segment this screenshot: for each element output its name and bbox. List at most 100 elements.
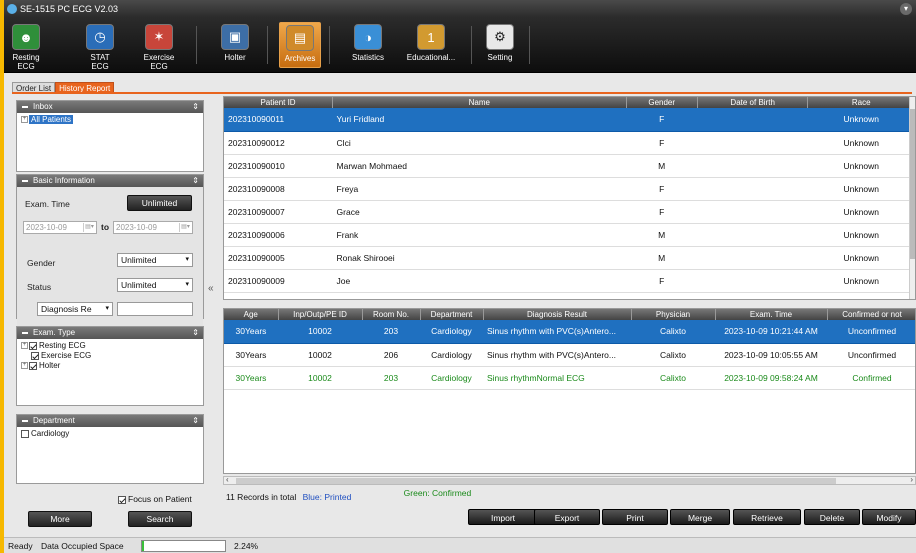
delete-button[interactable]: Delete [804,509,860,525]
pin-icon[interactable]: ⇕ [192,175,199,187]
scroll-right-icon[interactable]: › [910,475,913,484]
patient-cell: F [626,131,698,155]
toolbar-stat-ecg[interactable]: ◷ STAT ECG [82,22,118,71]
panel-title: Exam. Type [33,328,76,337]
patient-cell: F [626,177,698,201]
checkbox-focus-on-patient[interactable] [118,495,126,504]
modify-button[interactable]: Modify [862,509,916,525]
patient-row[interactable]: 202310090012 Clci F Unknown [224,131,915,155]
basic-info-panel: Basic Information ⇕ Exam. Time Unlimited … [16,174,204,327]
patient-cell: 202310090012 [224,131,333,155]
patient-row[interactable]: 202310090008 Freya F Unknown [224,177,915,201]
patient-cell [697,246,808,270]
column-header: Exam. Time [715,309,828,320]
exam-cell: Confirmed [827,366,915,390]
tree-item-all-patients[interactable]: All Patients [29,115,74,124]
scroll-thumb[interactable] [236,478,836,484]
date-from-field[interactable]: 2023-10-09 ▤▾ [23,221,97,234]
app-logo-icon [7,4,17,14]
patient-grid: Patient ID Name Gender Date of Birth Race 20… [223,96,916,300]
patient-cell [697,200,808,224]
patient-row[interactable]: 202310090009 Joe F Unknown [224,269,915,293]
main-toolbar: ☻ Resting ECG ◷ STAT ECG ✶ Exercise ECG … [4,18,916,73]
pin-icon[interactable]: ⇕ [192,327,199,339]
patient-row[interactable]: 202310090007 Grace F Unknown [224,200,915,224]
exam-cell: Cardiology [420,343,483,367]
patient-row[interactable]: 202310090005 Ronak Shirooei M Unknown [224,246,915,270]
archive-icon: ▤ [286,25,314,51]
exam-row[interactable]: 30Years 10002 206 Cardiology Sinus rhythm wi… [224,343,915,367]
panel-header: Basic Information ⇕ [17,175,203,187]
panel-title: Basic Information [33,176,95,185]
patient-row[interactable]: 202310090011 Yuri Fridland F Unknown [224,108,915,132]
checkbox-holter[interactable] [29,361,37,370]
toolbar-educational[interactable]: 1 Educational... [400,22,462,68]
merge-button[interactable]: Merge [670,509,730,525]
print-button[interactable]: Print [602,509,668,525]
patient-cell: 202310090011 [224,108,333,132]
unlimited-button[interactable]: Unlimited [127,195,192,211]
scroll-thumb[interactable] [910,109,915,259]
status-select[interactable]: Unlimited ▾ [117,278,193,292]
column-header: Race [807,97,915,108]
exam-horizontal-scrollbar[interactable]: ‹ › [223,475,916,485]
panel-title: Department [33,416,75,425]
exam-row[interactable]: 30Years 10002 203 Cardiology Sinus rhythmNor… [224,366,915,390]
expand-icon[interactable]: + [21,342,28,350]
exam-header-row: Age Inp/Outp/PE ID Room No. Department Diagn… [224,309,915,320]
search-button[interactable]: Search [128,511,192,527]
checkbox-cardiology[interactable] [21,429,29,438]
calendar-icon[interactable]: ▤▾ [83,223,95,232]
checkbox-exercise-ecg[interactable] [31,351,39,360]
window-menu-icon[interactable]: ▾ [900,3,912,15]
calendar-icon[interactable]: ▤▾ [179,223,191,232]
tab-underline [12,92,912,94]
column-header: Physician [631,309,716,320]
pin-icon[interactable]: ⇕ [192,415,199,427]
patient-table: Patient ID Name Gender Date of Birth Race 20… [224,97,915,293]
column-header: Gender [626,97,698,108]
gender-select[interactable]: Unlimited ▾ [117,253,193,267]
patient-header-row: Patient ID Name Gender Date of Birth Race [224,97,915,108]
checkbox-resting-ecg[interactable] [29,341,37,350]
import-button[interactable]: Import [468,509,538,525]
patient-cell [697,269,808,293]
export-button[interactable]: Export [534,509,600,525]
exam-row[interactable]: 30Years 10002 203 Cardiology Sinus rhythm wi… [224,320,915,344]
panel-header: Department ⇕ [17,415,203,427]
toolbar-label: Exercise ECG [143,53,175,71]
expand-icon[interactable]: + [21,362,28,370]
legend-confirmed: Green: Confirmed [403,488,472,498]
diagnosis-input[interactable] [117,302,193,316]
patient-scrollbar[interactable] [909,97,915,299]
toolbar-exercise-ecg[interactable]: ✶ Exercise ECG [135,22,183,71]
diagnosis-select[interactable]: Diagnosis Re ▾ [37,302,113,316]
column-header: Diagnosis Result [483,309,632,320]
patient-rows: 202310090011 Yuri Fridland F Unknown 2023100… [224,108,915,293]
focus-on-patient[interactable]: Focus on Patient [118,494,192,504]
toolbar-archives[interactable]: ▤ Archives [279,22,321,68]
patient-row[interactable]: 202310090006 Frank M Unknown [224,223,915,247]
retrieve-button[interactable]: Retrieve [733,509,801,525]
more-button[interactable]: More [28,511,92,527]
date-to-field[interactable]: 2023-10-09 ▤▾ [113,221,193,234]
toolbar-statistics[interactable]: ◑ Statistics [348,22,388,68]
panel-header: Inbox ⇕ [17,101,203,113]
exam-cell: Calixto [631,320,715,344]
toolbar-label: Statistics [351,53,384,62]
exam-cell: 203 [362,320,420,344]
scroll-left-icon[interactable]: ‹ [226,475,229,484]
pin-icon[interactable]: ⇕ [192,101,199,113]
patient-cell [697,131,808,155]
collapse-panel-icon[interactable]: « [208,283,214,294]
patient-row[interactable]: 202310090010 Marwan Mohmaed M Unknown [224,154,915,178]
toolbar-holter[interactable]: ▣ Holter [218,22,252,68]
window-title: SE-1515 PC ECG V2.03 [20,4,119,14]
toolbar-setting[interactable]: ⚙ Setting [482,22,518,68]
toolbar-label: Setting [487,53,513,62]
expand-icon[interactable]: + [21,116,28,124]
patient-cell [697,154,808,178]
toolbar-resting-ecg[interactable]: ☻ Resting ECG [6,22,46,71]
patient-cell: F [626,200,698,224]
dropdown-arrow-icon: ▾ [185,256,189,263]
